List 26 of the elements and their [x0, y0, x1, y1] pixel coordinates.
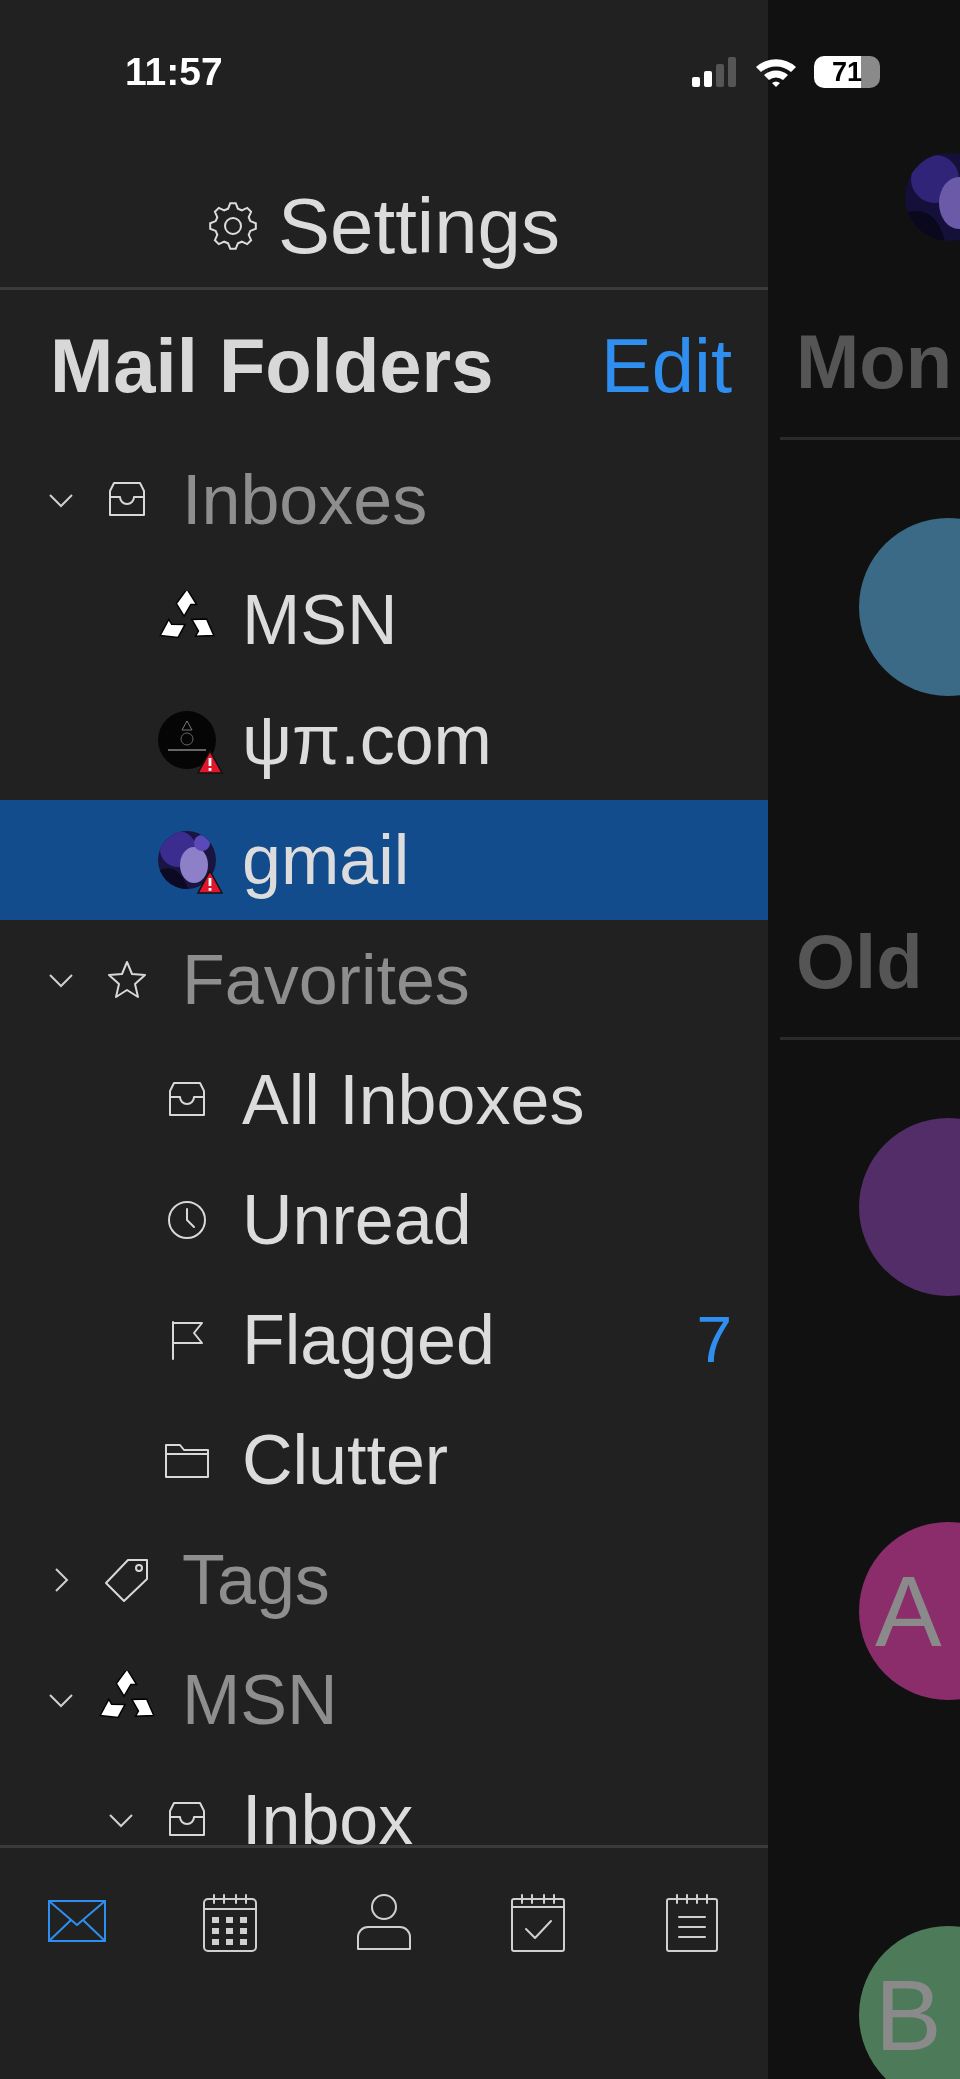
logo-avatar	[158, 711, 216, 769]
date-heading: Old	[796, 920, 923, 1004]
folder-item[interactable]: gmail	[0, 800, 768, 920]
folder-item[interactable]: Flagged 7	[0, 1280, 768, 1400]
folder-item[interactable]: ψπ.com	[0, 680, 768, 800]
folder-item[interactable]: Unread	[0, 1160, 768, 1280]
settings-button[interactable]: Settings	[202, 180, 566, 272]
signal-icon	[692, 57, 738, 87]
folder-item[interactable]: Favorites	[0, 920, 768, 1040]
folder-item[interactable]: Clutter	[0, 1400, 768, 1520]
folder-item[interactable]: Inbox	[0, 1760, 768, 1845]
edit-button[interactable]: Edit	[601, 321, 732, 409]
avatar-initial: B	[875, 1960, 942, 2070]
unread-count: 7	[696, 1303, 732, 1377]
folder-item[interactable]: Tags	[0, 1520, 768, 1640]
folder-item[interactable]: All Inboxes	[0, 1040, 768, 1160]
section-title: Mail Folders	[50, 321, 494, 409]
folder-item[interactable]: MSN	[0, 1640, 768, 1760]
wifi-icon	[754, 56, 798, 88]
avatar-initial: A	[875, 1556, 942, 1666]
battery-indicator: 71	[814, 56, 880, 88]
date-heading: Mon	[796, 320, 953, 404]
folder-item[interactable]: MSN	[0, 560, 768, 680]
folder-item[interactable]: Inboxes	[0, 440, 768, 560]
clock-time: 11:57	[125, 49, 223, 95]
settings-icon	[208, 201, 259, 251]
